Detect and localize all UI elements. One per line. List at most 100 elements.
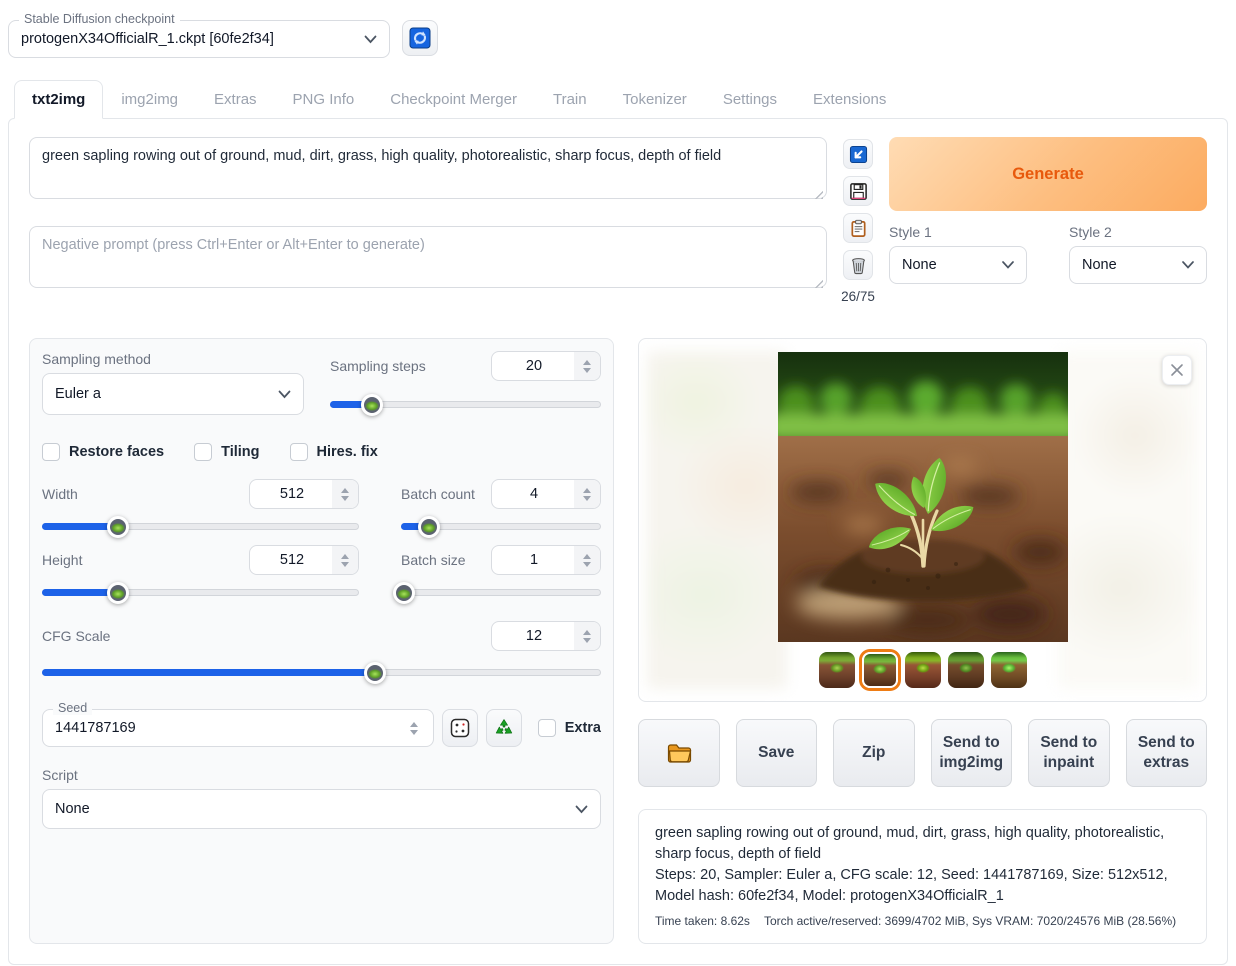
recycle-icon: [493, 717, 515, 739]
width-input[interactable]: [256, 486, 328, 502]
slider-thumb[interactable]: [107, 516, 129, 538]
chevron-down-icon: [278, 390, 291, 399]
style2-select[interactable]: None: [1069, 246, 1207, 284]
slider-thumb[interactable]: [361, 394, 383, 416]
prompt-tools-column: 26/75: [841, 137, 875, 304]
style1-label: Style 1: [889, 224, 1027, 240]
slider-thumb[interactable]: [107, 582, 129, 604]
send-to-img2img-button[interactable]: Send to img2img: [931, 719, 1013, 787]
width-spinner[interactable]: [332, 480, 358, 508]
chevron-down-icon: [364, 35, 377, 44]
slider-thumb[interactable]: [418, 516, 440, 538]
close-icon: [1170, 363, 1184, 377]
style1-select[interactable]: None: [889, 246, 1027, 284]
tab-txt2img[interactable]: txt2img: [14, 80, 103, 119]
tab-png-info[interactable]: PNG Info: [275, 80, 373, 119]
refresh-checkpoints-button[interactable]: [402, 20, 438, 56]
folder-icon: [666, 742, 692, 764]
sampling-steps-label: Sampling steps: [330, 358, 426, 374]
batch-count-input[interactable]: [498, 486, 570, 502]
batch-size-input[interactable]: [498, 552, 570, 568]
output-actions: Save Zip Send to img2img Send to inpaint…: [638, 719, 1207, 787]
dice-icon: [449, 717, 471, 739]
seed-label: Seed: [53, 701, 92, 715]
cfg-scale-spinner[interactable]: [574, 622, 600, 650]
checkbox-box[interactable]: [42, 443, 60, 461]
txt2img-panel: green sapling rowing out of ground, mud,…: [8, 118, 1228, 965]
tab-settings[interactable]: Settings: [705, 80, 795, 119]
generated-image[interactable]: [778, 352, 1068, 642]
cfg-scale-slider[interactable]: [42, 661, 601, 683]
thumbnail-5[interactable]: [991, 652, 1027, 688]
width-label: Width: [42, 486, 78, 502]
main-tabs: txt2img img2img Extras PNG Info Checkpoi…: [8, 80, 1228, 119]
tab-extras[interactable]: Extras: [196, 80, 275, 119]
sampling-method-label: Sampling method: [42, 351, 304, 367]
width-field: [249, 479, 359, 509]
tab-train[interactable]: Train: [535, 80, 605, 119]
gallery-ghost-left: [647, 351, 787, 689]
seed-spinner[interactable]: [401, 722, 427, 735]
sampling-steps-input[interactable]: [498, 358, 570, 374]
app-root: Stable Diffusion checkpoint protogenX34O…: [0, 0, 1236, 966]
tab-tokenizer[interactable]: Tokenizer: [605, 80, 705, 119]
sampling-steps-spinner[interactable]: [574, 352, 600, 380]
chevron-down-icon: [575, 805, 588, 814]
tiling-checkbox[interactable]: Tiling: [194, 443, 259, 461]
thumbnail-1[interactable]: [819, 652, 855, 688]
thumbnail-2-selected[interactable]: [862, 652, 898, 688]
batch-count-slider[interactable]: [401, 515, 601, 537]
send-to-inpaint-button[interactable]: Send to inpaint: [1028, 719, 1110, 787]
script-select[interactable]: None: [42, 789, 601, 829]
height-label: Height: [42, 552, 82, 568]
thumbnail-4[interactable]: [948, 652, 984, 688]
slider-thumb[interactable]: [393, 582, 415, 604]
height-field: [249, 545, 359, 575]
checkpoint-select[interactable]: Stable Diffusion checkpoint protogenX34O…: [8, 20, 390, 58]
clear-prompt-button[interactable]: [843, 250, 873, 280]
prompt-input[interactable]: green sapling rowing out of ground, mud,…: [29, 137, 827, 199]
sampling-method-select[interactable]: Euler a: [42, 373, 304, 415]
send-to-extras-button[interactable]: Send to extras: [1126, 719, 1208, 787]
tab-checkpoint-merger[interactable]: Checkpoint Merger: [372, 80, 535, 119]
checkbox-box[interactable]: [194, 443, 212, 461]
script-label: Script: [42, 767, 601, 783]
info-params: Steps: 20, Sampler: Euler a, CFG scale: …: [655, 865, 1190, 907]
gallery-thumbnails: [639, 652, 1206, 688]
checkpoint-label: Stable Diffusion checkpoint: [19, 12, 180, 26]
batch-count-spinner[interactable]: [574, 480, 600, 508]
paste-params-button[interactable]: [843, 139, 873, 169]
slider-thumb[interactable]: [364, 662, 386, 684]
negative-prompt-input[interactable]: [29, 226, 827, 288]
generate-button[interactable]: Generate: [889, 137, 1207, 211]
checkbox-box[interactable]: [538, 719, 556, 737]
zip-button[interactable]: Zip: [833, 719, 915, 787]
height-spinner[interactable]: [332, 546, 358, 574]
batch-size-label: Batch size: [401, 552, 466, 568]
random-seed-button[interactable]: [442, 709, 478, 747]
restore-faces-checkbox[interactable]: Restore faces: [42, 443, 164, 461]
extra-seed-checkbox[interactable]: Extra: [538, 719, 601, 737]
thumbnail-3[interactable]: [905, 652, 941, 688]
seed-input[interactable]: [43, 720, 401, 736]
batch-count-label: Batch count: [401, 486, 475, 502]
batch-size-slider[interactable]: [401, 581, 601, 603]
batch-size-spinner[interactable]: [574, 546, 600, 574]
open-folder-button[interactable]: [638, 719, 720, 787]
tab-img2img[interactable]: img2img: [103, 80, 196, 119]
hires-fix-checkbox[interactable]: Hires. fix: [290, 443, 378, 461]
sampling-steps-slider[interactable]: [330, 393, 601, 415]
height-slider[interactable]: [42, 581, 359, 603]
save-button[interactable]: Save: [736, 719, 818, 787]
tab-extensions[interactable]: Extensions: [795, 80, 904, 119]
apply-style-button[interactable]: [843, 213, 873, 243]
paste-arrow-icon: [849, 145, 868, 164]
reuse-seed-button[interactable]: [486, 709, 522, 747]
save-style-button[interactable]: [843, 176, 873, 206]
width-slider[interactable]: [42, 515, 359, 537]
cfg-scale-input[interactable]: [498, 628, 570, 644]
checkbox-box[interactable]: [290, 443, 308, 461]
batch-size-field: [491, 545, 601, 575]
height-input[interactable]: [256, 552, 328, 568]
close-gallery-button[interactable]: [1162, 355, 1192, 385]
